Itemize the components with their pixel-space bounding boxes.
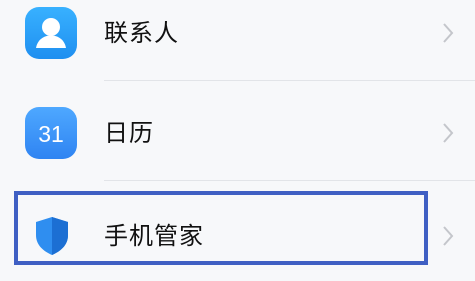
divider xyxy=(104,180,475,181)
chevron-right-icon xyxy=(441,21,455,45)
chevron-right-icon xyxy=(441,121,455,145)
list-item-phone-manager[interactable]: 手机管家 xyxy=(0,193,475,279)
svg-text:31: 31 xyxy=(38,121,64,147)
shield-icon xyxy=(33,215,71,257)
list-item-contacts[interactable]: 联系人 xyxy=(0,0,475,76)
settings-list: 联系人 31 日历 手机管家 xyxy=(0,0,475,281)
calendar-icon: 31 xyxy=(25,107,77,159)
list-item-label: 联系人 xyxy=(104,19,179,47)
chevron-right-icon xyxy=(441,224,455,248)
list-item-label: 日历 xyxy=(104,119,154,147)
divider xyxy=(104,80,475,81)
list-item-calendar[interactable]: 31 日历 xyxy=(0,90,475,176)
contacts-icon xyxy=(25,7,77,59)
list-item-label: 手机管家 xyxy=(104,222,204,250)
